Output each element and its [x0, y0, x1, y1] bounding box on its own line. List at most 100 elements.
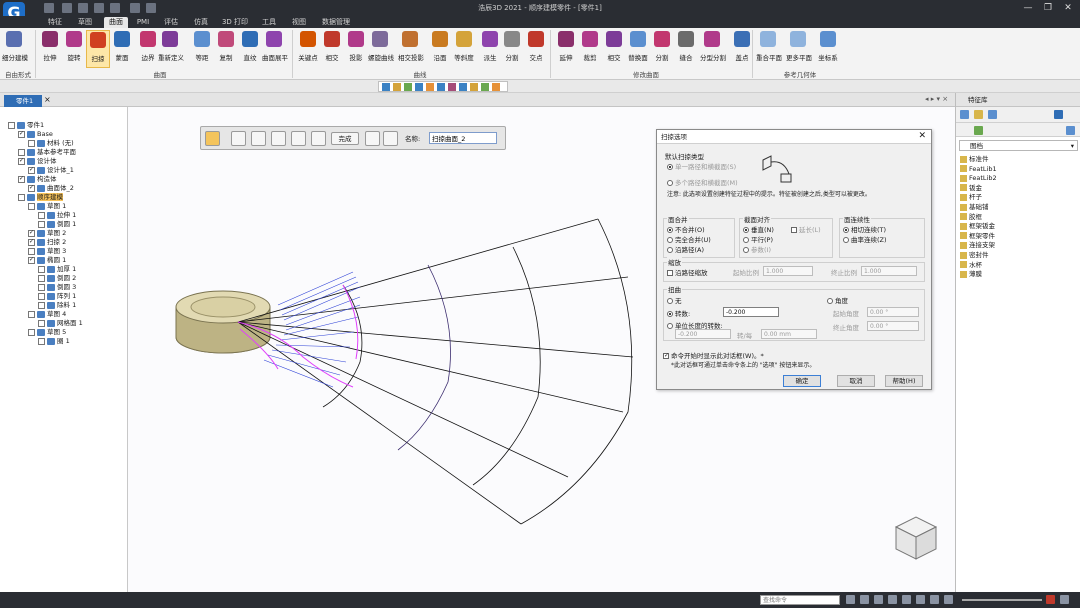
- options-icon[interactable]: [146, 3, 156, 13]
- tree-item-checkbox[interactable]: [38, 301, 45, 309]
- tree-item[interactable]: 构造体: [18, 175, 57, 184]
- tree-item[interactable]: 草图 1: [28, 202, 66, 211]
- tree-item-checkbox[interactable]: [18, 157, 25, 165]
- tree-item[interactable]: 基本参考平面: [18, 148, 76, 157]
- print-icon[interactable]: [94, 3, 104, 13]
- tree-item[interactable]: 阵列 1: [38, 292, 76, 301]
- tree-item[interactable]: 圈 1: [38, 337, 70, 346]
- tab-part1[interactable]: 零件1: [4, 95, 42, 107]
- menu-feature[interactable]: 特征: [44, 17, 66, 28]
- sweep-command-icon[interactable]: [205, 131, 220, 146]
- section-step-icon[interactable]: [271, 131, 286, 146]
- tree-item-checkbox[interactable]: [28, 238, 35, 246]
- ribbon-button-17[interactable]: 等斜度: [452, 30, 476, 68]
- tree-item[interactable]: 除料 1: [38, 301, 76, 310]
- align-parallel-radio[interactable]: 平行(P): [743, 234, 773, 244]
- type-multi-radio[interactable]: 多个路径和横截面(M): [667, 177, 738, 187]
- ok-button[interactable]: 确定: [783, 375, 821, 387]
- library-item[interactable]: 连接支架: [960, 241, 995, 250]
- help-button[interactable]: 帮助(H): [885, 375, 923, 387]
- tree-item[interactable]: 椭圆 1: [28, 256, 66, 265]
- library-item[interactable]: 标准件: [960, 155, 989, 164]
- twist-none-radio[interactable]: 无: [667, 295, 682, 305]
- menu-3d-print[interactable]: 3D 打印: [220, 17, 250, 28]
- ribbon-button-21[interactable]: 延伸: [554, 30, 578, 68]
- ribbon-button-20[interactable]: 交点: [524, 30, 548, 68]
- tree-item-checkbox[interactable]: [18, 193, 25, 201]
- tree-item[interactable]: 顺序建模: [18, 193, 63, 202]
- library-item[interactable]: 框架钣金: [960, 222, 995, 231]
- tree-item[interactable]: 加厚 1: [38, 265, 76, 274]
- tree-item[interactable]: 草图 2: [28, 229, 66, 238]
- library-item[interactable]: 水杯: [960, 261, 982, 270]
- options-icon[interactable]: [231, 131, 246, 146]
- show-dialog-check[interactable]: 命令开始时显示此对话框(W)。*: [663, 350, 764, 360]
- tree-item-checkbox[interactable]: [8, 121, 15, 129]
- tree-item[interactable]: 曲面体_2: [28, 184, 74, 193]
- tree-item[interactable]: 材料 (无): [28, 139, 74, 148]
- ribbon-button-1[interactable]: 拉伸: [38, 30, 62, 68]
- ribbon-button-31[interactable]: 坐标系: [816, 30, 840, 68]
- tree-item-checkbox[interactable]: [38, 319, 45, 327]
- rotate-icon[interactable]: [888, 595, 897, 604]
- ribbon-button-29[interactable]: 重合平面: [756, 30, 782, 68]
- record-icon[interactable]: [1046, 595, 1055, 604]
- ribbon-button-7[interactable]: 等距: [190, 30, 214, 68]
- end-ratio-input[interactable]: 1.000: [861, 266, 917, 276]
- library-item[interactable]: 杆子: [960, 193, 982, 202]
- ribbon-button-4[interactable]: 蒙面: [110, 30, 134, 68]
- library-item[interactable]: 框架零件: [960, 232, 995, 241]
- align-extend-check[interactable]: 延长(L): [791, 224, 821, 234]
- finish-button[interactable]: 完成: [331, 132, 359, 145]
- tree-item-checkbox[interactable]: [18, 148, 25, 156]
- merge-none-radio[interactable]: 不合并(O): [667, 224, 705, 234]
- cancel-button[interactable]: 取消: [837, 375, 875, 387]
- menu-data-management[interactable]: 数据管理: [318, 17, 354, 28]
- ribbon-button-30[interactable]: 更多平面: [786, 30, 812, 68]
- ribbon-button-14[interactable]: 螺旋曲线: [368, 30, 394, 68]
- library-item[interactable]: FeatLib1: [960, 165, 997, 174]
- menu-evaluate[interactable]: 评估: [160, 17, 182, 28]
- ribbon-button-11[interactable]: 关键点: [296, 30, 320, 68]
- fit-icon[interactable]: [860, 595, 869, 604]
- display-icon[interactable]: [916, 595, 925, 604]
- ribbon-button-27[interactable]: 分型分割: [700, 30, 726, 68]
- align-param-radio[interactable]: 参数(I): [743, 244, 771, 254]
- tree-item-checkbox[interactable]: [38, 292, 45, 300]
- library-folder-select[interactable]: 图档 ▾: [959, 140, 1078, 151]
- end-angle-input[interactable]: 0.00 °: [867, 321, 919, 331]
- tree-item-checkbox[interactable]: [38, 220, 45, 228]
- ribbon-button-5[interactable]: 边界: [136, 30, 160, 68]
- path-step-icon[interactable]: [251, 131, 266, 146]
- library-item[interactable]: 薄膜: [960, 270, 982, 279]
- menu-view[interactable]: 视图: [288, 17, 310, 28]
- view-tool-icons[interactable]: [379, 82, 509, 93]
- ribbon-button-19[interactable]: 分割: [500, 30, 524, 68]
- ribbon-button-15[interactable]: 相交投影: [398, 30, 424, 68]
- redo-icon[interactable]: [130, 3, 140, 13]
- tree-item[interactable]: 草图 4: [28, 310, 66, 319]
- twist-turns-input[interactable]: -0.200: [723, 307, 779, 317]
- save-icon[interactable]: [78, 3, 88, 13]
- ribbon-button-16[interactable]: 沿面: [428, 30, 452, 68]
- scale-along-path-check[interactable]: 沿路径缩放: [667, 267, 708, 277]
- open-file-icon[interactable]: [62, 3, 72, 13]
- tree-item-checkbox[interactable]: [28, 139, 35, 147]
- menu-pmi[interactable]: PMI: [134, 17, 152, 28]
- library-list-icon[interactable]: [1054, 110, 1063, 119]
- library-view-icon[interactable]: [988, 110, 997, 119]
- twist-length-input[interactable]: 0.00 mm: [761, 329, 817, 339]
- ribbon-button-18[interactable]: 派生: [478, 30, 502, 68]
- library-folder-icon[interactable]: [974, 110, 983, 119]
- library-home-icon[interactable]: [960, 110, 969, 119]
- shade-icon[interactable]: [902, 595, 911, 604]
- tree-item-checkbox[interactable]: [38, 274, 45, 282]
- tree-item[interactable]: 倒圆 1: [38, 220, 76, 229]
- undo-icon[interactable]: [110, 3, 120, 13]
- zoom-area-icon[interactable]: [846, 595, 855, 604]
- type-single-radio[interactable]: 单一路径和横截面(S): [667, 161, 736, 171]
- start-ratio-input[interactable]: 1.000: [763, 266, 813, 276]
- twist-per-length-input[interactable]: -0.200: [675, 329, 731, 339]
- name-input[interactable]: [429, 132, 497, 144]
- tree-item[interactable]: Base: [18, 130, 53, 139]
